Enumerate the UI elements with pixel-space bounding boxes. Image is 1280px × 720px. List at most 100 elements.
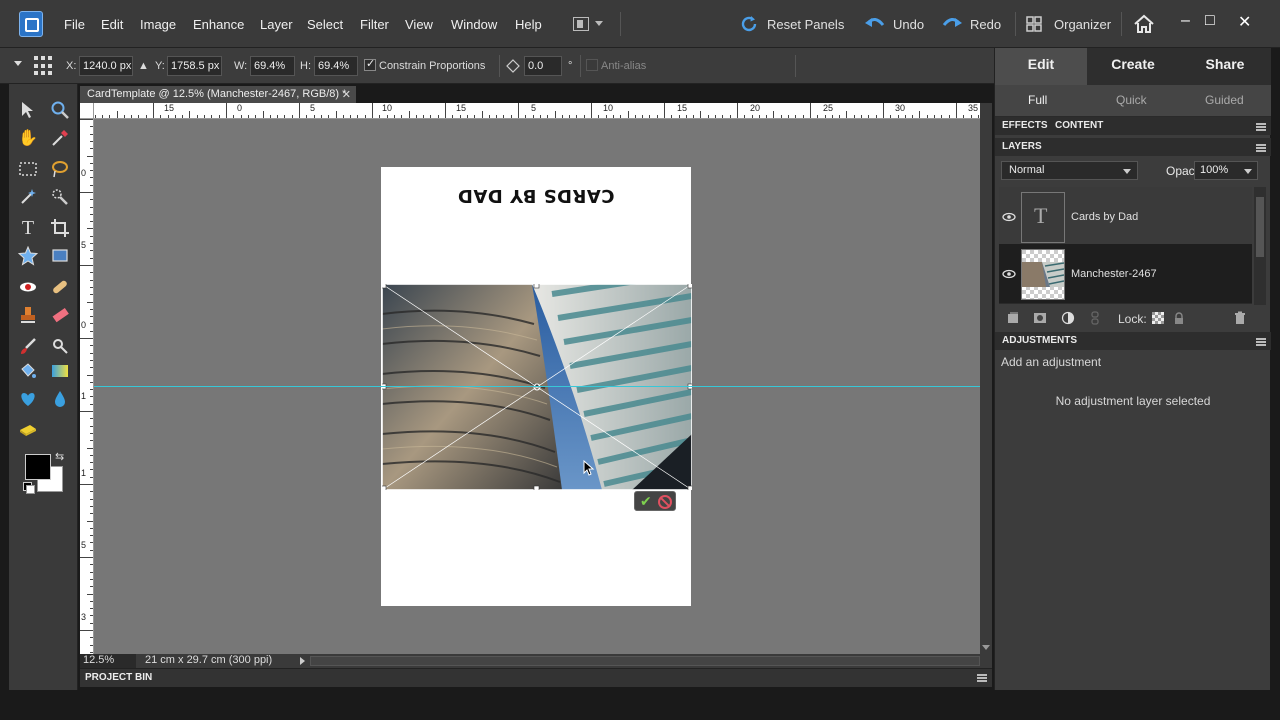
reset-panels-button[interactable]: Reset Panels xyxy=(767,17,844,32)
organizer-button[interactable]: Organizer xyxy=(1054,17,1111,32)
adjustments-panel-menu-icon[interactable] xyxy=(1256,338,1266,346)
blur-tool-icon[interactable] xyxy=(47,386,73,412)
horizontal-scrollbar[interactable] xyxy=(310,656,980,666)
tab-quick[interactable]: Quick xyxy=(1116,93,1147,107)
menu-window[interactable]: Window xyxy=(451,17,497,32)
recompose-tool-icon[interactable] xyxy=(47,243,73,269)
tab-share[interactable]: Share xyxy=(1179,48,1271,85)
tab-guided[interactable]: Guided xyxy=(1205,93,1244,107)
shape-tool-icon[interactable] xyxy=(15,386,41,412)
lock-all-icon[interactable] xyxy=(1172,311,1186,325)
menu-filter[interactable]: Filter xyxy=(360,17,389,32)
cancel-transform-icon[interactable] xyxy=(658,495,672,509)
new-group-icon[interactable] xyxy=(1033,311,1047,325)
new-layer-icon[interactable] xyxy=(1006,311,1020,325)
vertical-scrollbar[interactable] xyxy=(980,103,992,654)
magic-wand-tool-icon[interactable] xyxy=(15,184,41,210)
tab-edit[interactable]: Edit xyxy=(995,48,1087,85)
commit-transform-icon[interactable]: ✔ xyxy=(640,493,652,510)
manchester-photo-layer[interactable] xyxy=(382,284,692,490)
status-menu-arrow-icon[interactable] xyxy=(300,657,305,665)
reference-point-icon[interactable] xyxy=(34,56,54,76)
visibility-eye-icon[interactable] xyxy=(1001,266,1017,282)
healing-brush-tool-icon[interactable] xyxy=(47,274,73,300)
opacity-field[interactable]: 100% xyxy=(1194,161,1258,180)
reset-panels-icon[interactable] xyxy=(738,13,760,35)
smart-brush-tool-icon[interactable] xyxy=(47,333,73,359)
crop-tool-icon[interactable] xyxy=(47,215,73,241)
layer-row-image[interactable]: Manchester-2467 xyxy=(999,244,1252,304)
new-adjustment-layer-icon[interactable] xyxy=(1061,311,1075,325)
horizontal-ruler[interactable]: 5 15 0 5 10 15 5 10 15 20 25 30 35 xyxy=(80,103,980,119)
menu-image[interactable]: Image xyxy=(140,17,176,32)
horizontal-guide[interactable] xyxy=(94,386,980,387)
lock-transparency-icon[interactable] xyxy=(1151,311,1165,325)
menu-view[interactable]: View xyxy=(405,17,433,32)
vertical-ruler[interactable]: 0 5 0 1 1 5 3 xyxy=(80,119,94,654)
tab-content[interactable]: CONTENT xyxy=(1055,120,1103,131)
minimize-button[interactable]: – xyxy=(1181,12,1190,30)
marquee-tool-icon[interactable] xyxy=(15,156,41,182)
zoom-tool-icon[interactable] xyxy=(47,97,73,123)
x-position-field[interactable]: 1240.0 px xyxy=(79,56,133,76)
brush-tool-icon[interactable] xyxy=(15,333,41,359)
layer-row-text[interactable]: T Cards by Dad xyxy=(999,187,1252,247)
project-bin-menu-icon[interactable] xyxy=(977,674,987,682)
menu-help[interactable]: Help xyxy=(515,17,542,32)
height-field[interactable]: 69.4% xyxy=(314,56,358,76)
close-document-icon[interactable]: ✕ xyxy=(342,88,351,101)
tab-effects[interactable]: EFFECTS xyxy=(1002,120,1048,131)
organizer-icon[interactable] xyxy=(1026,16,1042,32)
clone-stamp-tool-icon[interactable] xyxy=(15,302,41,328)
sponge-tool-icon[interactable] xyxy=(15,417,41,443)
zoom-level-field[interactable]: 12.5% xyxy=(80,654,136,668)
gradient-tool-icon[interactable] xyxy=(47,358,73,384)
cookie-cutter-tool-icon[interactable] xyxy=(15,243,41,269)
quick-selection-tool-icon[interactable] xyxy=(47,184,73,210)
canvas-area[interactable]: CARDS BY DAD ✔ xyxy=(94,119,980,654)
scroll-down-icon[interactable] xyxy=(982,645,990,650)
undo-button[interactable]: Undo xyxy=(893,17,924,32)
type-tool-icon[interactable]: T xyxy=(15,215,41,241)
layers-panel-menu-icon[interactable] xyxy=(1256,144,1266,152)
project-bin[interactable]: PROJECT BIN xyxy=(80,668,992,687)
tool-preset-dropdown-icon[interactable] xyxy=(14,61,22,66)
eraser-tool-icon[interactable] xyxy=(47,302,73,328)
link-layers-icon[interactable] xyxy=(1088,311,1102,325)
screen-mode-dropdown[interactable] xyxy=(568,15,606,35)
app-logo-icon[interactable] xyxy=(19,11,43,37)
maximize-button[interactable]: □ xyxy=(1205,12,1215,30)
swap-colors-icon[interactable]: ⇆ xyxy=(55,450,64,463)
blend-mode-select[interactable]: Normal xyxy=(1001,161,1138,180)
menu-select[interactable]: Select xyxy=(307,17,343,32)
hand-tool-icon[interactable]: ✋ xyxy=(15,125,41,151)
close-window-button[interactable]: ✕ xyxy=(1238,12,1251,32)
menu-file[interactable]: File xyxy=(64,17,85,32)
paint-bucket-tool-icon[interactable] xyxy=(15,358,41,384)
ruler-origin[interactable] xyxy=(80,103,94,119)
document-tab[interactable]: CardTemplate @ 12.5% (Manchester-2467, R… xyxy=(80,86,356,103)
redo-icon[interactable] xyxy=(941,13,963,35)
delete-layer-icon[interactable] xyxy=(1233,311,1247,325)
effects-panel-menu-icon[interactable] xyxy=(1256,123,1266,131)
undo-icon[interactable] xyxy=(864,13,886,35)
rotation-angle-field[interactable]: 0.0 xyxy=(524,56,562,76)
menu-enhance[interactable]: Enhance xyxy=(193,17,244,32)
default-colors-icon[interactable] xyxy=(23,482,35,494)
transform-bounding-box[interactable] xyxy=(382,284,692,490)
visibility-eye-icon[interactable] xyxy=(1001,209,1017,225)
constrain-proportions-checkbox[interactable] xyxy=(364,57,376,71)
menu-edit[interactable]: Edit xyxy=(101,17,123,32)
home-icon[interactable] xyxy=(1133,13,1155,35)
move-tool-icon[interactable] xyxy=(15,97,41,123)
layers-scrollbar[interactable] xyxy=(1254,187,1266,305)
lasso-tool-icon[interactable] xyxy=(47,156,73,182)
menu-layer[interactable]: Layer xyxy=(260,17,293,32)
tab-create[interactable]: Create xyxy=(1087,48,1179,85)
y-position-field[interactable]: 1758.5 px xyxy=(167,56,222,76)
redo-button[interactable]: Redo xyxy=(970,17,1001,32)
width-field[interactable]: 69.4% xyxy=(250,56,295,76)
layers-scroll-thumb[interactable] xyxy=(1256,197,1264,257)
tab-full[interactable]: Full xyxy=(1028,93,1047,107)
red-eye-tool-icon[interactable] xyxy=(15,274,41,300)
